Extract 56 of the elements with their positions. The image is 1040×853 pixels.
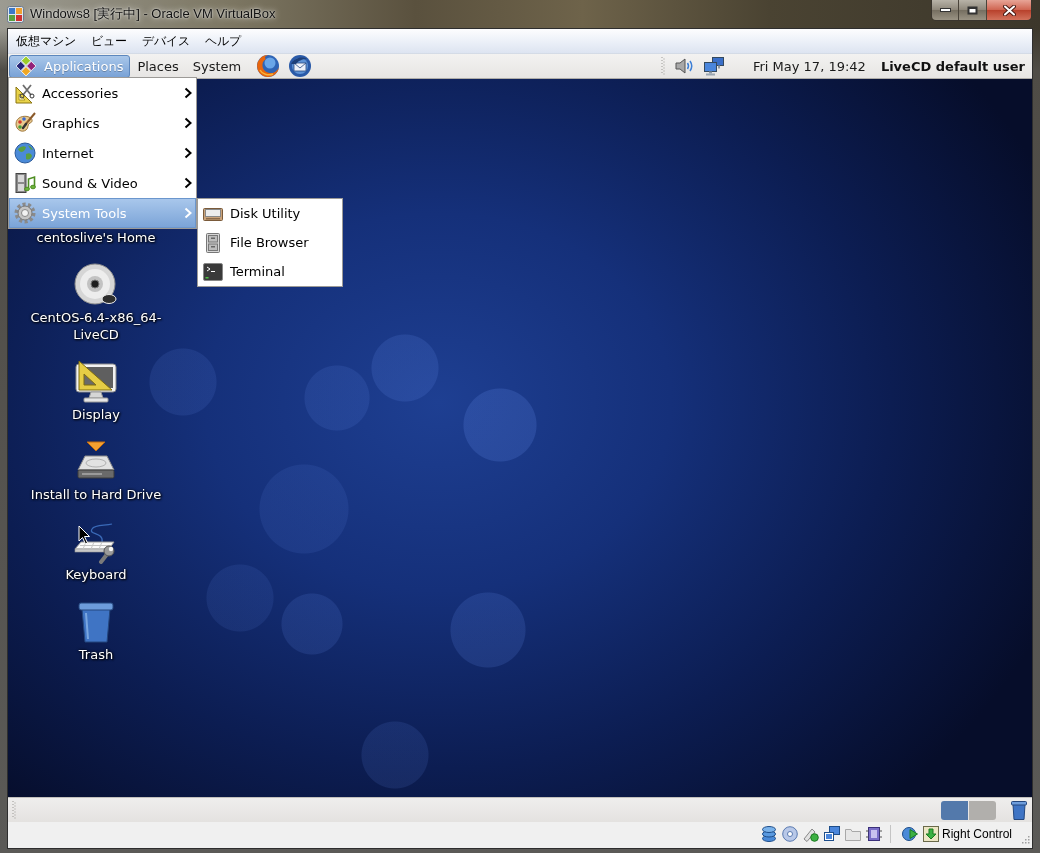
maximize-icon xyxy=(967,5,978,15)
desktop-icon-label[interactable]: Keyboard xyxy=(65,566,127,583)
usb-icon[interactable] xyxy=(802,826,819,842)
menu-item[interactable]: Graphics xyxy=(9,108,196,138)
chip-icon[interactable] xyxy=(865,826,882,842)
mouse-pointer-icon xyxy=(78,525,91,545)
minimize-button[interactable] xyxy=(932,0,958,20)
menu-item[interactable]: Accessories xyxy=(9,78,196,108)
filing-cabinet-icon xyxy=(203,232,223,253)
menu-item[interactable]: 仮想マシン xyxy=(9,30,83,52)
cd-icon[interactable] xyxy=(74,263,118,307)
menu-item[interactable]: Internet xyxy=(9,138,196,168)
panel-menu[interactable]: Places xyxy=(130,54,186,78)
ruler-scissors-icon xyxy=(14,82,36,104)
menu-item[interactable]: Terminal xyxy=(198,257,342,286)
desktop-icon-label[interactable]: centoslive's Home xyxy=(36,229,156,246)
host-key-label: Right Control xyxy=(941,827,1012,841)
resize-grip-icon[interactable] xyxy=(1020,834,1030,844)
hard-disk-icon[interactable] xyxy=(760,826,777,842)
volume-icon[interactable] xyxy=(673,56,694,76)
palette-icon xyxy=(14,112,36,134)
desktop-icon-label[interactable]: Trash xyxy=(78,646,114,663)
desktop-icon-label[interactable]: Display xyxy=(72,406,120,423)
trash-icon[interactable] xyxy=(1010,800,1028,820)
close-icon xyxy=(1002,4,1016,16)
menu-item[interactable]: ビュー xyxy=(84,30,134,52)
workspace-button[interactable] xyxy=(941,800,968,820)
desktop-icon-label[interactable]: CentOS-6.4-x86_64-LiveCD xyxy=(24,309,168,343)
gear-icon xyxy=(14,202,36,224)
menu-item[interactable]: Disk Utility xyxy=(198,199,342,228)
menu-item[interactable]: File Browser xyxy=(198,228,342,257)
menu-item[interactable]: デバイス xyxy=(135,30,197,52)
optical-disc-icon[interactable] xyxy=(781,826,798,842)
close-button[interactable] xyxy=(986,0,1031,20)
user-menu[interactable]: LiveCD default user xyxy=(873,54,1032,78)
clock[interactable]: Fri May 17, 19:42 xyxy=(744,54,874,78)
desktop-icon-label[interactable]: Install to Hard Drive xyxy=(30,486,162,503)
mouse-integration-icon[interactable] xyxy=(901,826,918,842)
network-icon[interactable] xyxy=(823,826,840,842)
menu-item[interactable]: ヘルプ xyxy=(198,30,248,52)
panel-menu[interactable]: System xyxy=(185,54,249,78)
app-icon xyxy=(7,6,24,23)
browser-icon[interactable] xyxy=(256,54,281,78)
network-icon[interactable] xyxy=(702,56,725,76)
drag-handle-icon xyxy=(12,801,16,819)
menu-item[interactable]: Sound & Video xyxy=(9,168,196,198)
maximize-button[interactable] xyxy=(958,0,986,20)
email-icon[interactable] xyxy=(288,54,313,78)
drag-handle-icon xyxy=(660,57,665,75)
keyboard-capture-icon[interactable] xyxy=(922,826,939,842)
terminal-icon xyxy=(203,261,223,282)
monitor-icon[interactable] xyxy=(74,360,118,404)
minimize-icon xyxy=(939,8,951,12)
window-title: Windows8 [実行中] - Oracle VM VirtualBox xyxy=(30,6,276,22)
globe-icon xyxy=(14,142,36,164)
film-note-icon xyxy=(14,172,36,194)
